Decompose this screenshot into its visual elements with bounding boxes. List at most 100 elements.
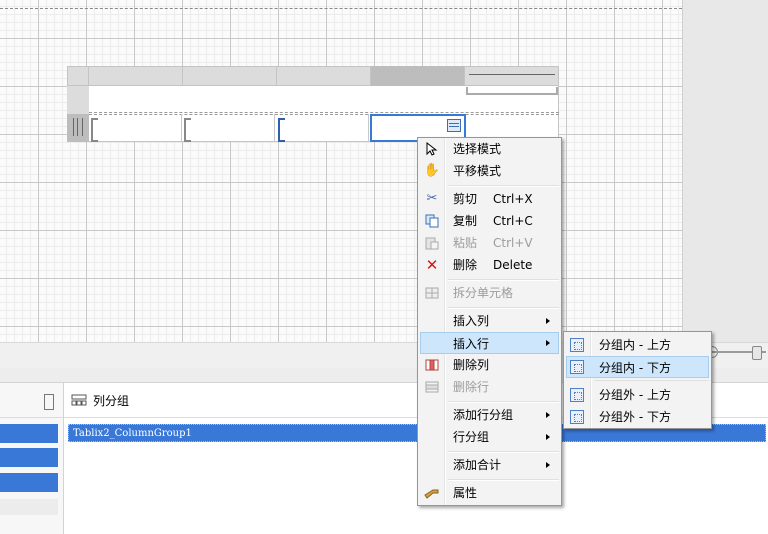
row-group-item[interactable] [0, 499, 58, 515]
group-bracket-icon [91, 118, 98, 142]
menu-item-label: 删除行 [453, 380, 490, 394]
column-groups-title: 列分组 [93, 393, 130, 408]
submenu-arrow-icon [546, 340, 550, 346]
submenu-item-label: 分组内 - 上方 [599, 338, 671, 352]
submenu-item-outside-group-above[interactable]: 分组外 - 上方 [566, 384, 709, 406]
submenu-arrow-icon [546, 412, 550, 418]
submenu-separator [594, 380, 709, 381]
menu-item-label: 拆分单元格 [453, 286, 514, 300]
menu-item-label: 插入行 [453, 337, 490, 351]
page-boundary [0, 8, 682, 9]
submenu-item-inside-group-below[interactable]: 分组内 - 下方 [566, 356, 709, 378]
column-handles-bar[interactable] [67, 66, 559, 86]
zoom-slider-thumb[interactable] [752, 346, 762, 360]
menu-separator [448, 451, 559, 453]
insert-row-below-icon [570, 410, 584, 424]
tablix-cell[interactable] [182, 114, 275, 142]
menu-item-paste: 粘贴 Ctrl+V [420, 232, 559, 254]
menu-item-shortcut: Ctrl+X [493, 192, 533, 206]
properties-icon [424, 485, 440, 501]
selected-row-handle[interactable] [67, 114, 89, 142]
submenu-item-label: 分组外 - 上方 [599, 388, 671, 402]
tablix-cell[interactable] [276, 114, 369, 142]
design-surface[interactable] [0, 0, 682, 342]
menu-item-label: 插入列 [453, 314, 490, 328]
menu-item-split-cells: 拆分单元格 [420, 282, 559, 304]
submenu-arrow-icon [546, 318, 550, 324]
pointer-icon [424, 141, 440, 157]
menu-item-properties[interactable]: 属性 [420, 482, 559, 504]
menu-item-select-mode[interactable]: 选择模式 [420, 138, 559, 160]
hand-icon: ✋ [423, 163, 441, 178]
submenu-item-label: 分组外 - 下方 [599, 410, 671, 424]
column-divider [88, 66, 89, 86]
menu-item-label: 行分组 [453, 430, 490, 444]
group-bracket-icon [278, 118, 285, 142]
menu-item-shortcut: Ctrl+V [493, 236, 533, 250]
row-group-bracket-icon [73, 118, 83, 136]
column-group-bracket [466, 87, 558, 95]
delete-row-icon [424, 379, 440, 395]
menu-item-label: 删除 [453, 258, 478, 272]
menu-item-label: 添加合计 [453, 458, 502, 472]
menu-item-delete[interactable]: ✕ 删除 Delete [420, 254, 559, 276]
tablix[interactable] [67, 66, 559, 142]
delete-column-icon [424, 357, 440, 373]
submenu-item-label: 分组内 - 下方 [599, 361, 671, 375]
column-divider [464, 66, 465, 86]
row-group-item[interactable] [0, 473, 58, 492]
column-divider [182, 66, 183, 86]
paste-icon [424, 235, 440, 251]
menu-item-insert-column[interactable]: 插入列 [420, 310, 559, 332]
menu-separator [448, 185, 559, 187]
copy-icon [424, 213, 440, 229]
selected-column-handle[interactable] [370, 66, 464, 86]
row-group-item[interactable] [0, 448, 58, 467]
menu-separator [448, 401, 559, 403]
submenu-arrow-icon [546, 434, 550, 440]
row-group-item[interactable] [0, 424, 58, 443]
tablix-cell[interactable] [89, 114, 182, 142]
menu-item-row-group[interactable]: 行分组 [420, 426, 559, 448]
menu-item-delete-row: 删除行 [420, 376, 559, 398]
insert-row-below-icon [570, 360, 584, 374]
submenu-item-outside-group-below[interactable]: 分组外 - 下方 [566, 406, 709, 428]
insert-row-above-icon [570, 338, 584, 352]
column-divider [370, 66, 371, 86]
group-indicator-line [469, 74, 555, 75]
menu-item-label: 剪切 [453, 192, 478, 206]
menu-item-shortcut: Delete [493, 258, 533, 272]
menu-item-label: 属性 [453, 486, 478, 500]
insert-row-submenu: 分组内 - 上方 分组内 - 下方 分组外 - 上方 分组外 - 下方 [563, 331, 712, 429]
column-divider [276, 66, 277, 86]
row-groups-title-bar [0, 383, 63, 418]
delete-icon: ✕ [425, 256, 439, 274]
menu-item-insert-row[interactable]: 插入行 [420, 332, 559, 354]
field-list-icon[interactable] [447, 119, 461, 132]
menu-item-add-total[interactable]: 添加合计 [420, 454, 559, 476]
submenu-arrow-icon [546, 462, 550, 468]
row-separator [89, 112, 559, 113]
menu-separator [448, 307, 559, 309]
menu-separator [448, 479, 559, 481]
menu-item-cut[interactable]: ✂ 剪切 Ctrl+X [420, 188, 559, 210]
menu-item-label: 选择模式 [453, 142, 502, 156]
submenu-item-inside-group-above[interactable]: 分组内 - 上方 [566, 334, 709, 356]
scissors-icon: ✂ [426, 191, 438, 206]
menu-item-add-row-group[interactable]: 添加行分组 [420, 404, 559, 426]
column-groups-icon [71, 394, 87, 406]
menu-item-label: 平移模式 [453, 164, 502, 178]
row-groups-icon [44, 394, 54, 410]
menu-item-label: 删除列 [453, 358, 490, 372]
context-menu: 选择模式 ✋ 平移模式 ✂ 剪切 Ctrl+X 复制 Ctrl+C 粘贴 Ctr… [417, 137, 562, 506]
design-surface-margin [682, 0, 768, 342]
insert-row-above-icon [570, 388, 584, 402]
menu-item-label: 添加行分组 [453, 408, 514, 422]
menu-item-shortcut: Ctrl+C [493, 214, 533, 228]
menu-item-delete-column[interactable]: 删除列 [420, 354, 559, 376]
group-bracket-icon [184, 118, 191, 142]
menu-item-pan-mode[interactable]: ✋ 平移模式 [420, 160, 559, 182]
menu-item-copy[interactable]: 复制 Ctrl+C [420, 210, 559, 232]
row-group-bracket-line [77, 118, 78, 136]
menu-item-label: 复制 [453, 214, 478, 228]
